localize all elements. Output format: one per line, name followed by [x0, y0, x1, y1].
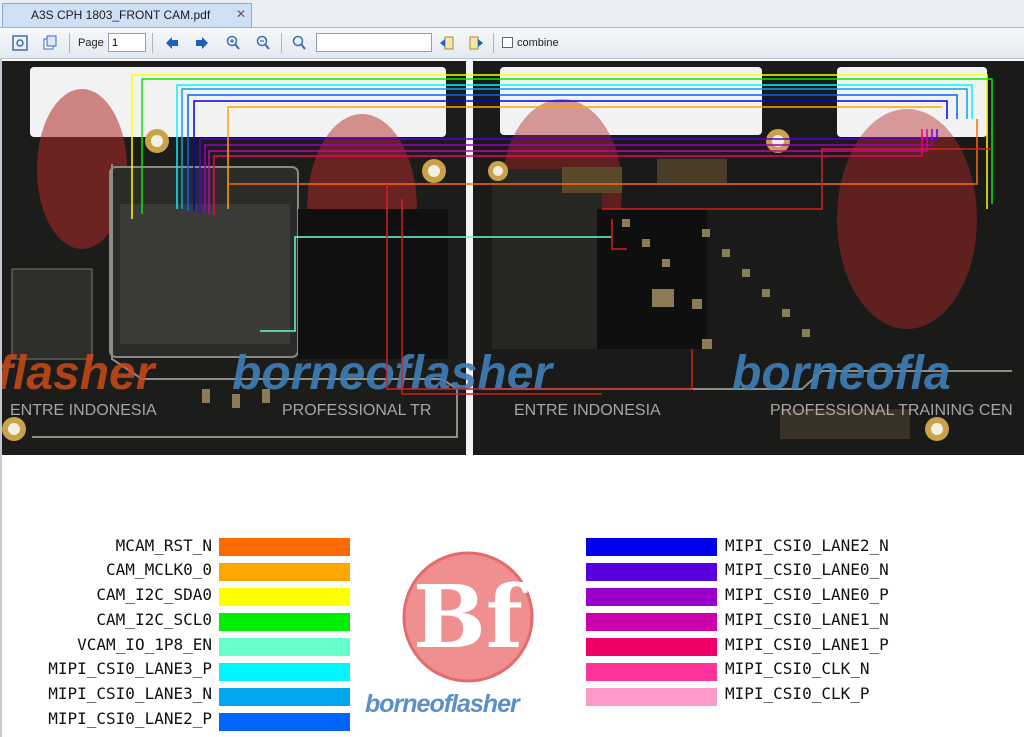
- legend-swatch: [219, 613, 350, 631]
- legend-label: VCAM_IO_1P8_EN: [77, 635, 212, 654]
- toolbar-separator: [69, 33, 70, 53]
- toolbar-separator: [281, 33, 282, 53]
- legend-swatch: [219, 538, 350, 556]
- legend-swatch: [219, 688, 350, 706]
- legend-label: MCAM_RST_N: [115, 536, 212, 555]
- legend-swatch: [586, 663, 717, 681]
- watermark-tagline-4: PROFESSIONAL TRAINING CEN: [770, 402, 1013, 419]
- legend-label: MIPI_CSI0_LANE1_N: [725, 610, 889, 629]
- legend-swatch: [219, 638, 350, 656]
- logo-emblem: Bf: [402, 551, 534, 683]
- watermark-tagline-1: ENTRE INDONESIA: [10, 402, 157, 419]
- document-tab[interactable]: A3S CPH 1803_FRONT CAM.pdf ✕: [2, 3, 252, 27]
- legend-swatch: [586, 638, 717, 656]
- legend-swatch: [219, 588, 350, 606]
- page-label: Page: [78, 37, 104, 49]
- find-next-icon[interactable]: [465, 32, 487, 54]
- legend-label: CAM_I2C_SDA0: [96, 585, 212, 604]
- fit-page-icon[interactable]: [9, 32, 31, 54]
- legend-label: MIPI_CSI0_LANE3_P: [48, 659, 212, 678]
- search-icon[interactable]: [288, 32, 310, 54]
- previous-page-icon[interactable]: [161, 32, 183, 54]
- watermark-tagline-2: PROFESSIONAL TR: [282, 402, 431, 419]
- legend-label: MIPI_CSI0_LANE0_N: [725, 560, 889, 579]
- find-previous-icon[interactable]: [436, 32, 458, 54]
- legend-label: CAM_I2C_SCL0: [96, 610, 212, 629]
- rotate-page-icon[interactable]: [39, 32, 61, 54]
- legend-label: MIPI_CSI0_LANE2_N: [725, 536, 889, 555]
- watermark-brand-left: flasher: [2, 347, 157, 400]
- legend-label: MIPI_CSI0_LANE3_N: [48, 684, 212, 703]
- legend-label: CAM_MCLK0_0: [106, 560, 212, 579]
- legend-swatch: [586, 688, 717, 706]
- viewer-toolbar: Page combine: [0, 28, 1024, 59]
- legend-swatch: [219, 563, 350, 581]
- tab-bar: A3S CPH 1803_FRONT CAM.pdf ✕: [0, 0, 1024, 28]
- page-number-input[interactable]: [108, 33, 146, 52]
- legend-swatch: [586, 613, 717, 631]
- legend-label: MIPI_CSI0_LANE0_P: [725, 585, 889, 604]
- close-tab-icon[interactable]: ✕: [236, 7, 246, 21]
- legend-swatch: [586, 538, 717, 556]
- legend-label: MIPI_CSI0_CLK_N: [725, 659, 870, 678]
- zoom-out-icon[interactable]: [252, 32, 274, 54]
- watermark-tagline-3: ENTRE INDONESIA: [514, 402, 661, 419]
- legend-label: MIPI_CSI0_CLK_P: [725, 684, 870, 703]
- toolbar-separator: [152, 33, 153, 53]
- legend-swatch: [219, 713, 350, 731]
- next-page-icon[interactable]: [191, 32, 213, 54]
- combine-checkbox[interactable]: [502, 37, 513, 48]
- legend-swatch: [219, 663, 350, 681]
- watermark-brand-right: borneofla: [732, 347, 951, 400]
- legend-label: MIPI_CSI0_LANE2_P: [48, 709, 212, 728]
- legend-label: MIPI_CSI0_LANE1_P: [725, 635, 889, 654]
- combine-label: combine: [517, 37, 559, 49]
- search-input[interactable]: [316, 33, 432, 52]
- toolbar-separator: [493, 33, 494, 53]
- watermark-brand-center: borneoflasher: [232, 347, 554, 400]
- logo-wordmark: borneoflasher: [365, 690, 520, 718]
- document-page: flasher borneoflasher borneofla ENTRE IN…: [0, 59, 1024, 737]
- legend-swatch: [586, 563, 717, 581]
- zoom-in-icon[interactable]: [222, 32, 244, 54]
- logo-monogram: Bf: [413, 567, 528, 668]
- document-tab-title: A3S CPH 1803_FRONT CAM.pdf: [31, 8, 211, 22]
- legend-swatch: [586, 588, 717, 606]
- pcb-board-image: flasher borneoflasher borneofla ENTRE IN…: [2, 61, 1024, 455]
